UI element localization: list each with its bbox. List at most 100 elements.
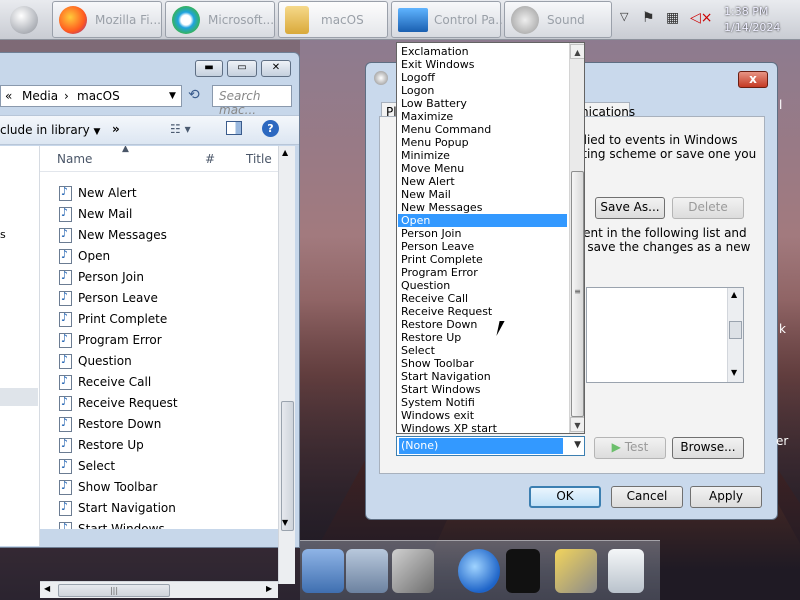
address-bar[interactable]: « Media › macOS ▼ [0, 85, 182, 107]
refresh-icon[interactable]: ⟲ [188, 87, 200, 103]
scroll-up-icon[interactable]: ▲ [731, 290, 737, 299]
file-row[interactable]: Open [40, 246, 278, 267]
dropdown-option[interactable]: Exclamation [398, 45, 567, 58]
apple-logo-icon[interactable] [10, 6, 38, 34]
column-number[interactable]: # [205, 152, 215, 166]
folder-icon[interactable] [302, 549, 344, 593]
nav-selected-item[interactable] [0, 388, 38, 406]
horizontal-scrollbar[interactable]: ◀ ||| ▶ [40, 581, 278, 598]
preview-pane-icon[interactable] [226, 121, 242, 135]
dropdown-option[interactable]: Restore Down [398, 318, 567, 331]
file-row[interactable]: New Alert [40, 183, 278, 204]
folder-icon[interactable] [346, 549, 388, 593]
file-row[interactable]: Select [40, 456, 278, 477]
dropdown-option[interactable]: Windows exit [398, 409, 567, 422]
sounds-select[interactable]: (None) ▼ [396, 436, 585, 456]
dropdown-option[interactable]: New Messages [398, 201, 567, 214]
dropdown-option[interactable]: System Notifi [398, 396, 567, 409]
tray-overflow-icon[interactable]: ▽ [620, 10, 628, 23]
file-row[interactable]: Program Error [40, 330, 278, 351]
file-row[interactable]: Restore Down [40, 414, 278, 435]
help-icon[interactable]: ? [262, 120, 279, 137]
browse-button[interactable]: Browse... [672, 437, 744, 459]
dropdown-option[interactable]: Exit Windows [398, 58, 567, 71]
tools-icon[interactable] [392, 549, 434, 593]
file-row[interactable]: Question [40, 351, 278, 372]
chevron-down-icon[interactable]: ▼ [574, 440, 581, 450]
dropdown-option[interactable]: New Mail [398, 188, 567, 201]
column-name[interactable]: Name [57, 152, 92, 166]
cancel-button[interactable]: Cancel [611, 486, 683, 508]
dropdown-option[interactable]: Maximize [398, 110, 567, 123]
dropdown-option[interactable]: Question [398, 279, 567, 292]
dropdown-option[interactable]: Menu Popup [398, 136, 567, 149]
file-row[interactable]: Print Complete [40, 309, 278, 330]
taskbar-button-firefox[interactable]: Mozilla Fi... [52, 1, 162, 38]
vertical-scrollbar[interactable]: ▲ ▼ [278, 146, 295, 584]
dropdown-option[interactable]: Menu Command [398, 123, 567, 136]
dropdown-option[interactable]: New Alert [398, 175, 567, 188]
network-icon[interactable]: ▦ [666, 10, 679, 26]
scroll-thumb[interactable] [281, 401, 294, 531]
dropdown-option[interactable]: Program Error [398, 266, 567, 279]
scroll-up-icon[interactable]: ▲ [282, 148, 288, 157]
dropdown-option[interactable]: Restore Up [398, 331, 567, 344]
close-button[interactable]: ✕ [261, 60, 291, 77]
dropdown-option[interactable]: Low Battery [398, 97, 567, 110]
toolbar-more-button[interactable]: » [112, 122, 120, 136]
scroll-down-icon[interactable]: ▼ [282, 518, 288, 527]
dropdown-option[interactable]: Move Menu [398, 162, 567, 175]
sounds-dropdown-list[interactable]: Exclamation Exit Windows Logoff Logon Low Ba… [396, 42, 585, 434]
maximize-button[interactable]: ▭ [227, 60, 257, 77]
search-input[interactable]: Search mac... [212, 85, 292, 117]
dropdown-scrollbar[interactable]: ▲ ≡ ▼ [569, 43, 584, 433]
column-title[interactable]: Title [246, 152, 272, 166]
dropdown-option[interactable]: Receive Call [398, 292, 567, 305]
minimize-button[interactable]: ▬ [195, 60, 223, 77]
breadcrumb-item[interactable]: macOS [77, 89, 120, 103]
taskbar-button-control-panel[interactable]: Control Pa... [391, 1, 507, 38]
dropdown-option[interactable]: Windows XP start [398, 422, 567, 433]
ok-button[interactable]: OK [529, 486, 601, 508]
scroll-up-icon[interactable]: ▲ [570, 44, 584, 59]
dropdown-option[interactable]: Start Windows [398, 383, 567, 396]
events-scrollbar[interactable]: ▲ ▼ [727, 288, 743, 382]
taskbar-button-explorer[interactable]: macOS [278, 1, 388, 38]
taskbar-button-sound[interactable]: Sound [504, 1, 612, 38]
volume-muted-icon[interactable]: ◁× [690, 10, 713, 26]
file-row[interactable]: New Messages [40, 225, 278, 246]
dropdown-option[interactable]: Print Complete [398, 253, 567, 266]
file-row[interactable]: New Mail [40, 204, 278, 225]
save-as-button[interactable]: Save As... [595, 197, 665, 219]
dropdown-option[interactable]: Open [398, 214, 567, 227]
file-row[interactable]: Show Toolbar [40, 477, 278, 498]
view-options-icon[interactable]: ☷ ▾ [170, 122, 191, 136]
scroll-down-icon[interactable]: ▼ [570, 417, 584, 432]
apply-button[interactable]: Apply [690, 486, 762, 508]
nav-fragment[interactable]: s [0, 228, 6, 241]
dropdown-option[interactable]: Start Navigation [398, 370, 567, 383]
breadcrumb-item[interactable]: Media [22, 89, 58, 103]
scroll-down-icon[interactable]: ▼ [731, 368, 737, 377]
dropdown-option[interactable]: Show Toolbar [398, 357, 567, 370]
flag-icon[interactable]: ⚑ [642, 10, 655, 26]
trash-icon[interactable] [608, 549, 644, 593]
file-row[interactable]: Restore Up [40, 435, 278, 456]
scroll-left-icon[interactable]: ◀ [44, 584, 50, 593]
dropdown-option[interactable]: Person Leave [398, 240, 567, 253]
hscroll-thumb[interactable]: ||| [58, 584, 170, 597]
file-row[interactable]: Receive Request [40, 393, 278, 414]
close-button[interactable]: x [738, 71, 768, 88]
dropdown-option[interactable]: Person Join [398, 227, 567, 240]
file-row[interactable]: Person Leave [40, 288, 278, 309]
file-row[interactable]: Person Join [40, 267, 278, 288]
include-in-library-button[interactable]: clude in library ▼ [0, 123, 100, 137]
test-button[interactable]: ▶ Test [594, 437, 666, 459]
clock[interactable]: 1:38 PM 1/14/2024 [724, 4, 780, 36]
file-row[interactable]: Receive Call [40, 372, 278, 393]
taskbar-button-edge[interactable]: Microsoft... [165, 1, 275, 38]
dropdown-option[interactable]: Logon [398, 84, 567, 97]
dropdown-option[interactable]: Logoff [398, 71, 567, 84]
program-events-list[interactable]: ▲ ▼ [586, 287, 744, 383]
file-row[interactable]: Start Navigation [40, 498, 278, 519]
